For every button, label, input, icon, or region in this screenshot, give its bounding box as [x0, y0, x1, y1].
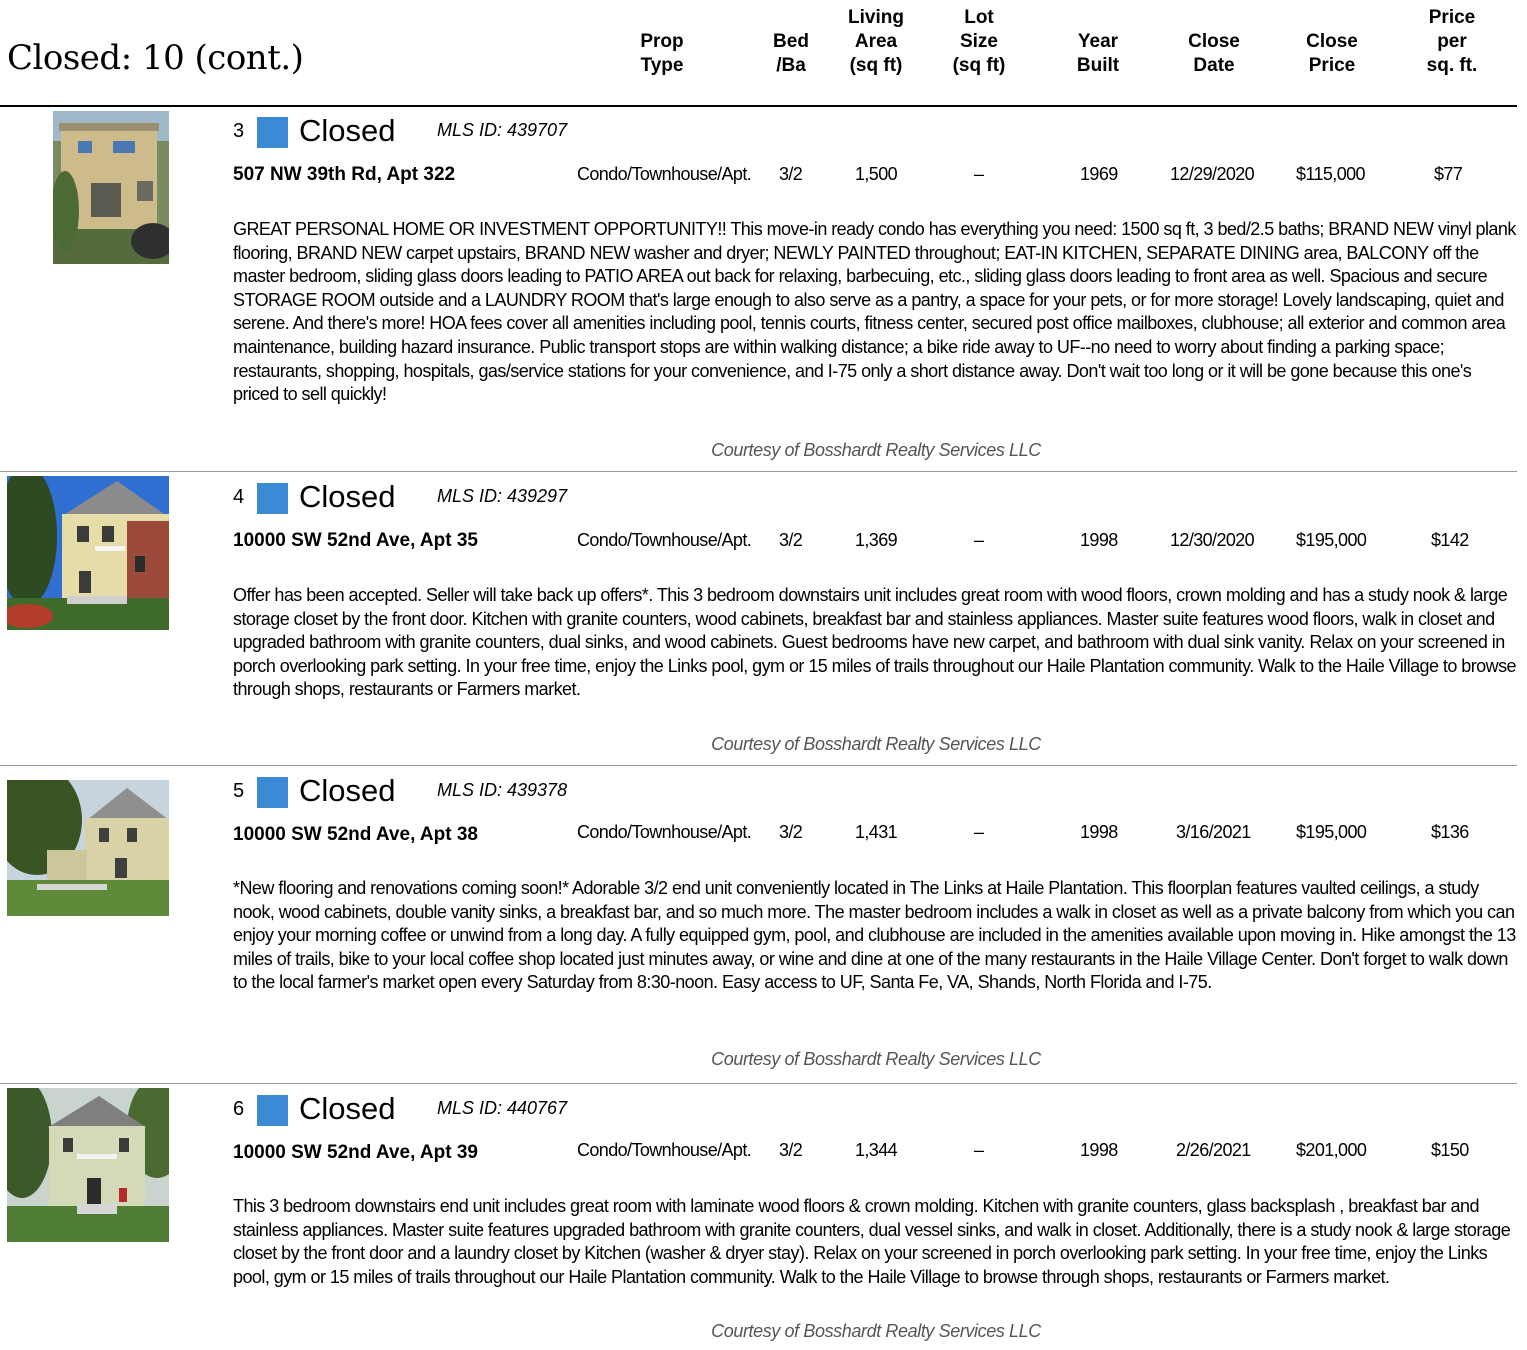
- col-head-lot-size: Lot Size (sq ft): [952, 7, 1006, 76]
- price-per-sqft: $136: [1431, 822, 1469, 842]
- status-color-swatch: [257, 483, 288, 514]
- listing-courtesy: Courtesy of Bosshardt Realty Services LL…: [711, 1049, 1041, 1069]
- listing-number: 4: [233, 486, 245, 508]
- status-label: Closed: [299, 479, 396, 514]
- listing-divider: [0, 765, 1517, 766]
- price-per-sqft: $77: [1434, 164, 1463, 184]
- listing-courtesy: Courtesy of Bosshardt Realty Services LL…: [711, 1321, 1041, 1341]
- close-date: 3/16/2021: [1176, 822, 1251, 842]
- status-color-swatch: [257, 777, 288, 808]
- listing-description: GREAT PERSONAL HOME OR INVESTMENT OPPORT…: [233, 219, 1516, 405]
- mls-id: MLS ID: 439297: [437, 486, 568, 506]
- listing-photo[interactable]: [53, 111, 169, 264]
- listing-courtesy: Courtesy of Bosshardt Realty Services LL…: [711, 734, 1041, 754]
- year-built: 1998: [1080, 530, 1118, 550]
- close-price: $115,000: [1296, 164, 1366, 184]
- living-area: 1,369: [855, 530, 898, 550]
- listing-divider: [0, 471, 1517, 472]
- col-head-prop-type: Prop Type: [640, 31, 684, 76]
- listing-description: *New flooring and renovations coming soo…: [233, 878, 1516, 993]
- listing-number: 6: [233, 1098, 245, 1120]
- listing-item: 5 Closed MLS ID: 439378 10000 SW 52nd Av…: [0, 770, 1517, 1080]
- listing-item: 6 Closed MLS ID: 440767 10000 SW 52nd Av…: [0, 1088, 1517, 1350]
- close-date: 12/30/2020: [1170, 530, 1255, 550]
- year-built: 1998: [1080, 1140, 1118, 1160]
- mls-id: MLS ID: 439707: [437, 120, 568, 140]
- bed-ba: 3/2: [779, 822, 803, 842]
- close-date: 2/26/2021: [1176, 1140, 1251, 1160]
- listing-photo[interactable]: [7, 476, 169, 630]
- mls-id: MLS ID: 439378: [437, 780, 568, 800]
- listing-number: 3: [233, 120, 245, 142]
- status-label: Closed: [299, 113, 396, 148]
- year-built: 1998: [1080, 822, 1118, 842]
- prop-type: Condo/Townhouse/Apt.: [577, 1140, 752, 1160]
- col-head-bed-ba: Bed /Ba: [773, 31, 809, 76]
- prop-type: Condo/Townhouse/Apt.: [577, 822, 752, 842]
- listing-address[interactable]: 10000 SW 52nd Ave, Apt 35: [233, 530, 478, 552]
- lot-size: –: [974, 530, 984, 550]
- living-area: 1,500: [855, 164, 898, 184]
- listing-item: 4 Closed MLS ID: 439297 10000 SW 52nd Av…: [0, 476, 1517, 766]
- header-divider: [0, 105, 1517, 107]
- bed-ba: 3/2: [779, 1140, 803, 1160]
- lot-size: –: [974, 164, 984, 184]
- close-date: 12/29/2020: [1170, 164, 1255, 184]
- col-head-year-built: Year Built: [1076, 31, 1120, 76]
- listing-address[interactable]: 10000 SW 52nd Ave, Apt 39: [233, 1142, 478, 1164]
- listing-divider: [0, 1083, 1517, 1084]
- living-area: 1,344: [855, 1140, 898, 1160]
- bed-ba: 3/2: [779, 530, 803, 550]
- close-price: $195,000: [1296, 530, 1367, 550]
- col-head-living-area: Living Area (sq ft): [848, 7, 904, 76]
- living-area: 1,431: [855, 822, 898, 842]
- prop-type: Condo/Townhouse/Apt.: [577, 164, 752, 184]
- col-head-price-per-sqft: Price per sq. ft.: [1426, 7, 1478, 76]
- listing-description: This 3 bedroom downstairs end unit inclu…: [233, 1196, 1511, 1287]
- status-label: Closed: [299, 773, 396, 808]
- listing-address[interactable]: 10000 SW 52nd Ave, Apt 38: [233, 824, 478, 846]
- listing-address[interactable]: 507 NW 39th Rd, Apt 322: [233, 164, 455, 186]
- listing-courtesy: Courtesy of Bosshardt Realty Services LL…: [711, 440, 1041, 460]
- listing-number: 5: [233, 780, 245, 802]
- listing-photo[interactable]: [7, 780, 169, 916]
- price-per-sqft: $142: [1431, 530, 1469, 550]
- mls-id: MLS ID: 440767: [437, 1098, 568, 1118]
- page-title: Closed: 10 (cont.): [7, 38, 304, 78]
- col-head-close-price: Close Price: [1306, 31, 1358, 76]
- status-color-swatch: [257, 117, 288, 148]
- year-built: 1969: [1080, 164, 1118, 184]
- col-head-close-date: Close Date: [1188, 31, 1240, 76]
- lot-size: –: [974, 822, 984, 842]
- close-price: $201,000: [1296, 1140, 1367, 1160]
- prop-type: Condo/Townhouse/Apt.: [577, 530, 752, 550]
- bed-ba: 3/2: [779, 164, 803, 184]
- lot-size: –: [974, 1140, 984, 1160]
- price-per-sqft: $150: [1431, 1140, 1469, 1160]
- close-price: $195,000: [1296, 822, 1367, 842]
- listing-photo[interactable]: [7, 1088, 169, 1242]
- status-label: Closed: [299, 1091, 396, 1126]
- listing-description: Offer has been accepted. Seller will tak…: [233, 585, 1517, 700]
- status-color-swatch: [257, 1095, 288, 1126]
- listing-item: 3 Closed MLS ID: 439707 507 NW 39th Rd, …: [0, 110, 1517, 474]
